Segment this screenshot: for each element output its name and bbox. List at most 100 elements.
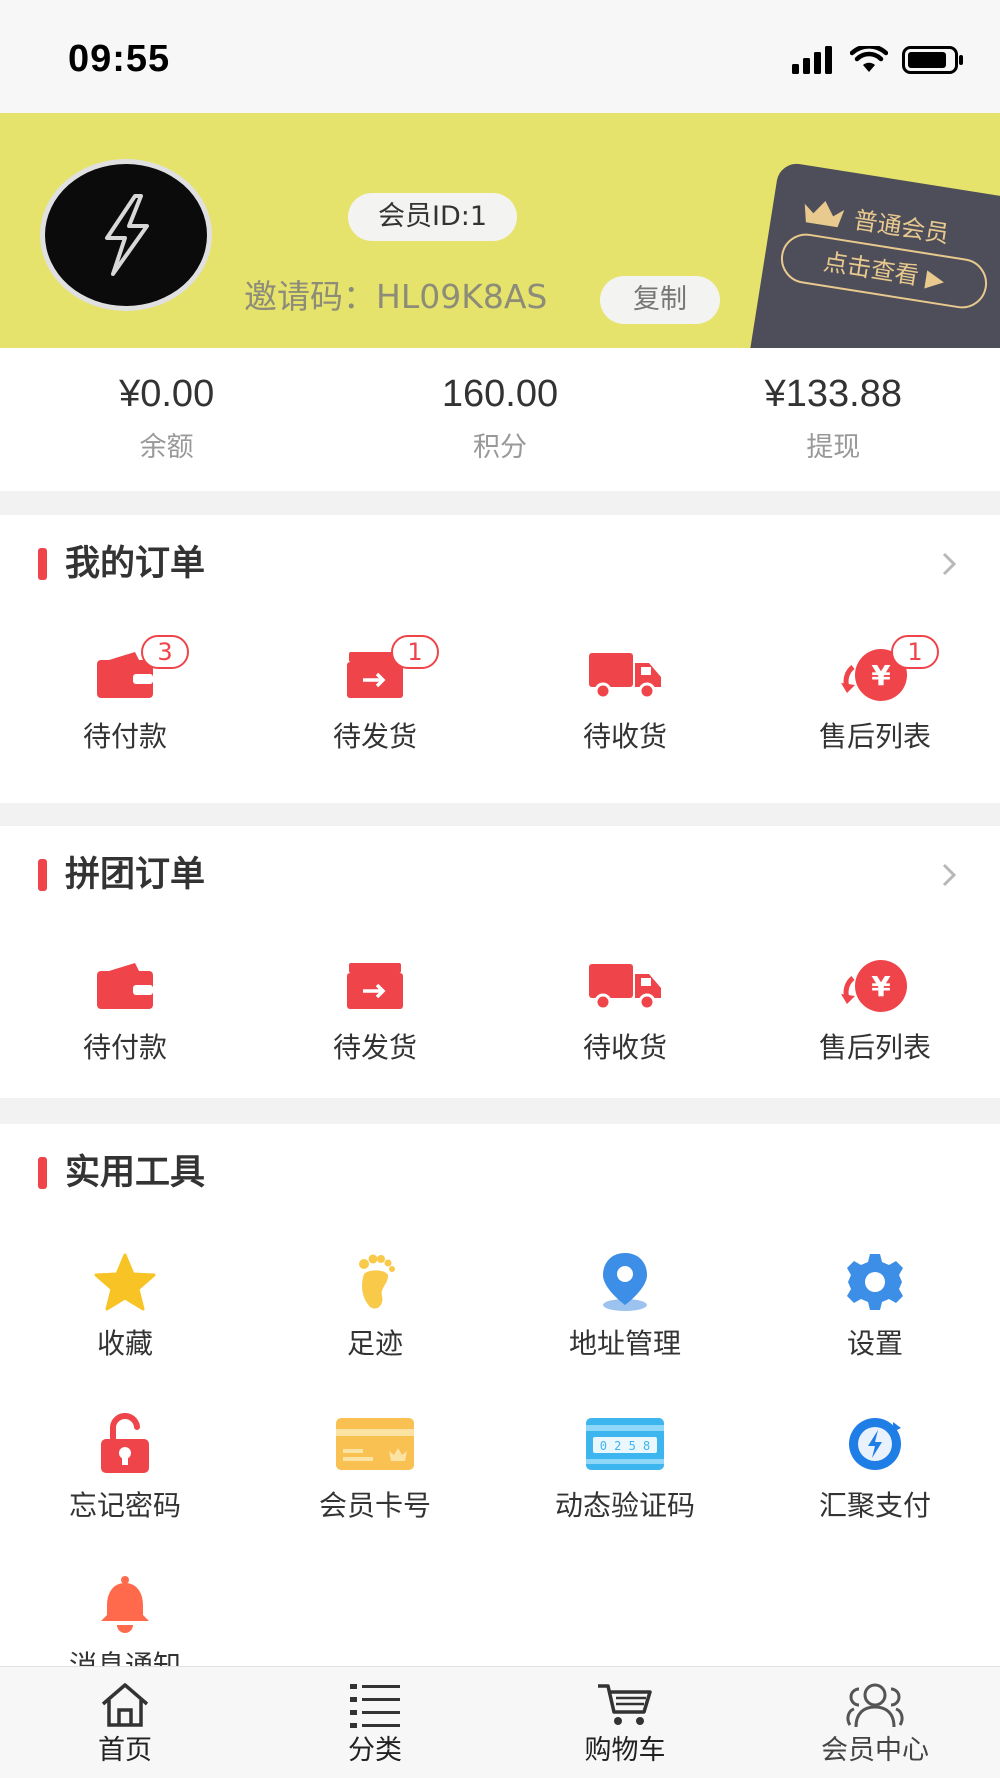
svg-text:0 2 5 8: 0 2 5 8 [600, 1439, 651, 1453]
tool-pay[interactable]: 汇聚支付 [750, 1414, 1000, 1526]
order-count-badge: 1 [391, 635, 439, 669]
tab-label: 分类 [348, 1735, 402, 1766]
list-icon [350, 1684, 400, 1728]
tool-notifications[interactable]: 消息通知 [0, 1574, 250, 1666]
stat-value: ¥0.00 [119, 373, 215, 415]
signal-icon [792, 46, 832, 74]
tab-label: 会员中心 [821, 1735, 929, 1766]
user-group-icon [846, 1683, 904, 1728]
wallet-icon [97, 963, 153, 1009]
bell-icon [101, 1576, 149, 1633]
tool-forgot-password[interactable]: 忘记密码 [0, 1413, 250, 1526]
tool-footprints[interactable]: 足迹 [250, 1252, 500, 1364]
order-label: 待付款 [82, 1031, 167, 1064]
tool-dynamic-code[interactable]: 0 2 5 8 动态验证码 [500, 1414, 750, 1526]
stat-label: 余额 [139, 432, 194, 463]
tool-settings[interactable]: 设置 [750, 1252, 1000, 1364]
invite-code-line: 邀请码：HL09K8AS [244, 275, 547, 319]
my-orders-title: 我的订单 [65, 544, 206, 584]
stat-label: 提现 [806, 432, 861, 463]
copy-button[interactable]: 复制 [600, 276, 720, 324]
title-accent-bar [38, 1157, 47, 1189]
unlock-icon [101, 1413, 149, 1473]
tool-favorites[interactable]: 收藏 [0, 1252, 250, 1364]
account-stats: ¥0.00 余额 160.00 积分 ¥133.88 提现 [0, 348, 1000, 491]
chevron-right-icon[interactable] [936, 862, 962, 888]
invite-label: 邀请码： [244, 277, 376, 316]
order-pending-payment[interactable]: 3 待付款 [0, 635, 250, 757]
svg-text:¥: ¥ [871, 659, 891, 692]
status-icons [792, 46, 964, 74]
tab-member-center[interactable]: 会员中心 [750, 1667, 1000, 1778]
order-count-badge: 1 [891, 635, 939, 669]
stat-points[interactable]: 160.00 积分 [333, 348, 666, 491]
order-label: 售后列表 [818, 720, 931, 753]
section-title: 我的订单 [38, 539, 205, 589]
crown-icon [804, 200, 845, 227]
stat-value: 160.00 [441, 373, 559, 415]
location-pin-icon [603, 1253, 647, 1311]
order-after-sales[interactable]: ¥ 1 售后列表 [750, 635, 1000, 757]
group-order-pending-payment[interactable]: 待付款 [0, 956, 250, 1068]
tools-row-3: 消息通知 [0, 1574, 1000, 1666]
wifi-icon [850, 46, 888, 72]
cart-icon [598, 1684, 652, 1725]
title-accent-bar [38, 859, 47, 891]
tab-cart[interactable]: 购物车 [500, 1667, 750, 1778]
box-icon [347, 963, 403, 1009]
my-orders-grid: 3 待付款 1 待发货 待收货 ¥ 1 售后列表 [0, 635, 1000, 757]
footprint-icon [359, 1254, 395, 1309]
tools-title: 实用工具 [65, 1153, 206, 1193]
tool-label: 消息通知 [68, 1649, 181, 1666]
bottom-tab-bar: 首页 分类 购物车 会员中心 [0, 1666, 1000, 1778]
section-title: 实用工具 [38, 1148, 205, 1198]
group-order-pending-shipment[interactable]: 待发货 [250, 956, 500, 1068]
tool-label: 设置 [846, 1327, 903, 1360]
order-pending-shipment[interactable]: 1 待发货 [250, 635, 500, 757]
home-icon [101, 1683, 149, 1727]
tab-home[interactable]: 首页 [0, 1667, 250, 1778]
my-orders-section: 我的订单 3 待付款 1 待发货 待收货 ¥ 1 售后列表 [0, 515, 1000, 803]
order-label: 售后列表 [818, 1031, 931, 1064]
order-label: 待发货 [332, 1031, 417, 1064]
avatar[interactable] [40, 159, 212, 311]
group-orders-section: 拼团订单 待付款 待发货 待收货 ¥ 售后列表 [0, 826, 1000, 1098]
tab-label: 购物车 [584, 1735, 666, 1766]
tools-row-1: 收藏 足迹 地址管理 设置 [0, 1252, 1000, 1364]
tool-label: 动态验证码 [554, 1489, 695, 1522]
tool-address[interactable]: 地址管理 [500, 1252, 750, 1364]
stat-withdraw[interactable]: ¥133.88 提现 [667, 348, 1000, 491]
order-label: 待发货 [332, 720, 417, 753]
battery-icon [902, 46, 963, 74]
chevron-right-icon[interactable] [936, 551, 962, 577]
order-label: 待付款 [82, 720, 167, 753]
truck-icon [589, 653, 661, 700]
svg-text:¥: ¥ [871, 970, 891, 1003]
refund-icon: ¥ [841, 960, 907, 1012]
gear-icon [847, 1254, 903, 1310]
tool-label: 收藏 [96, 1327, 153, 1360]
invite-code: HL09K8AS [376, 277, 548, 316]
profile-header: 会员ID:1 邀请码：HL09K8AS 复制 普通会员 点击查看 ▶ [0, 113, 1000, 348]
group-order-after-sales[interactable]: ¥ 售后列表 [750, 956, 1000, 1068]
group-orders-title: 拼团订单 [65, 855, 206, 895]
order-pending-receipt[interactable]: 待收货 [500, 645, 750, 757]
member-card-icon [336, 1418, 414, 1470]
status-bar: 09:55 [0, 0, 1000, 113]
code-card-icon: 0 2 5 8 [586, 1418, 664, 1470]
stat-value: ¥133.88 [764, 373, 902, 415]
stat-label: 积分 [472, 432, 527, 463]
tool-label: 汇聚支付 [818, 1489, 931, 1522]
star-icon [94, 1253, 156, 1311]
group-order-pending-receipt[interactable]: 待收货 [500, 956, 750, 1068]
tab-category[interactable]: 分类 [250, 1667, 500, 1778]
tool-member-card[interactable]: 会员卡号 [250, 1414, 500, 1526]
title-accent-bar [38, 548, 47, 580]
tool-label: 会员卡号 [318, 1489, 431, 1522]
tool-label: 足迹 [346, 1327, 403, 1360]
status-time: 09:55 [68, 38, 171, 80]
member-id-pill: 会员ID:1 [348, 193, 518, 241]
tab-label: 首页 [98, 1735, 152, 1766]
member-center-page: 09:55 会员ID:1 邀请码：HL09K8AS 复制 普通会员 点击查看 ▶… [0, 0, 1000, 1778]
stat-balance[interactable]: ¥0.00 余额 [0, 348, 333, 491]
